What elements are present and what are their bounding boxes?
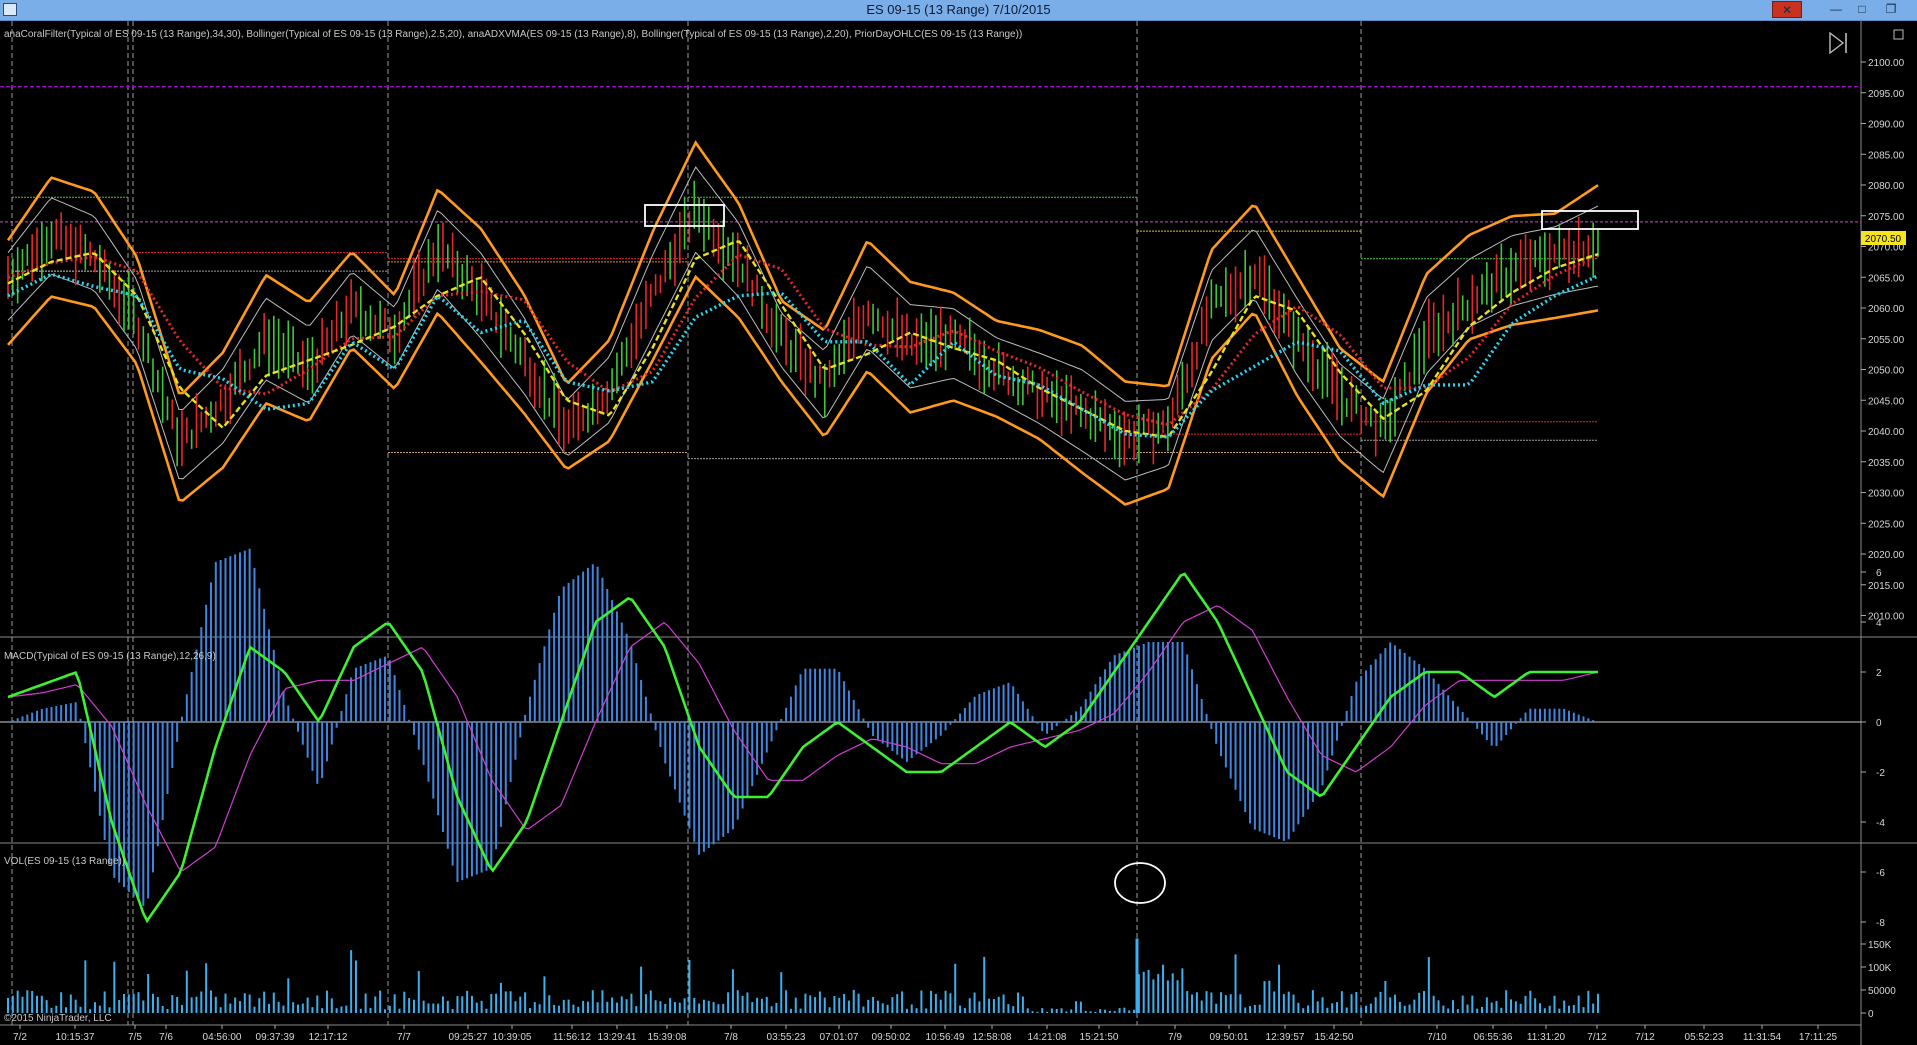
time-axis-label: 10:56:49 <box>926 1032 965 1043</box>
price-axis-label: 2055.00 <box>1868 335 1905 346</box>
time-axis-label: 03:55:23 <box>767 1032 806 1043</box>
price-axis-label: 2075.00 <box>1868 212 1905 223</box>
macd-axis-label: -4 <box>1876 818 1885 829</box>
price-axis-label: 2035.00 <box>1868 458 1905 469</box>
price-axis-label: 2065.00 <box>1868 273 1905 284</box>
time-axis-label: 12:17:12 <box>309 1032 348 1043</box>
time-axis-label: 07:01:07 <box>820 1032 859 1043</box>
time-axis-label: 13:29:41 <box>598 1032 637 1043</box>
time-axis-label: 05:52:23 <box>1685 1032 1724 1043</box>
price-axis-label: 2010.00 <box>1868 612 1905 623</box>
time-axis-label: 09:37:39 <box>256 1032 295 1043</box>
macd-axis-label: -8 <box>1876 918 1885 929</box>
macd-axis-label: 2 <box>1876 668 1882 679</box>
time-axis-label: 15:39:08 <box>648 1032 687 1043</box>
price-axis-label: 2100.00 <box>1868 58 1905 69</box>
price-axis-label: 2060.00 <box>1868 304 1905 315</box>
copyright-text: ©2015 NinjaTrader, LLC <box>4 1013 112 1024</box>
time-axis-label: 10:15:37 <box>56 1032 95 1043</box>
last-price-text: 2070.50 <box>1865 234 1902 245</box>
volume-axis-label: 150K <box>1868 940 1892 951</box>
time-axis-label: 7/12 <box>1635 1032 1655 1043</box>
macd-axis-label: 0 <box>1876 718 1882 729</box>
maximize-button[interactable]: □ <box>1849 1 1875 18</box>
time-axis-label: 09:50:02 <box>872 1032 911 1043</box>
volume-axis-label: 0 <box>1868 1009 1874 1020</box>
time-axis-label: 11:31:20 <box>1527 1032 1566 1043</box>
time-axis-label: 14:21:08 <box>1028 1032 1067 1043</box>
close-button[interactable]: ✕ <box>1772 1 1802 18</box>
time-axis-label: 04:56:00 <box>203 1032 242 1043</box>
time-axis-label: 7/2 <box>13 1032 27 1043</box>
price-axis-label: 2030.00 <box>1868 489 1905 500</box>
time-axis-label: 7/12 <box>1587 1032 1607 1043</box>
minimize-button[interactable]: — <box>1823 1 1849 18</box>
volume-axis-label: 50000 <box>1868 986 1896 997</box>
price-axis-label: 2040.00 <box>1868 427 1905 438</box>
price-axis-label: 2095.00 <box>1868 89 1905 100</box>
price-axis-label: 2020.00 <box>1868 550 1905 561</box>
price-axis-label: 2085.00 <box>1868 150 1905 161</box>
time-axis-label: 12:58:08 <box>973 1032 1012 1043</box>
time-axis-label: 06:55:36 <box>1474 1032 1513 1043</box>
price-axis-label: 2080.00 <box>1868 181 1905 192</box>
time-axis-label: 7/9 <box>1168 1032 1182 1043</box>
price-axis-label: 2045.00 <box>1868 396 1905 407</box>
time-axis-label: 7/6 <box>159 1032 173 1043</box>
price-axis-label: 2050.00 <box>1868 366 1905 377</box>
price-panel-label: anaCoralFilter(Typical of ES 09-15 (13 R… <box>4 29 1022 40</box>
time-axis-label: 7/8 <box>724 1032 738 1043</box>
time-axis-label: 7/7 <box>397 1032 411 1043</box>
price-axis-label: 2015.00 <box>1868 581 1905 592</box>
time-axis-label: 15:21:50 <box>1080 1032 1119 1043</box>
restore-button[interactable]: ❐ <box>1876 1 1906 18</box>
macd-axis-label: 6 <box>1876 568 1882 579</box>
volume-panel-label: VOL(ES 09-15 (13 Range)) <box>4 856 125 867</box>
price-axis-label: 2025.00 <box>1868 519 1905 530</box>
macd-axis-label: 4 <box>1876 618 1882 629</box>
volume-axis-label: 100K <box>1868 963 1892 974</box>
macd-axis-label: -6 <box>1876 868 1885 879</box>
price-axis-label: 2090.00 <box>1868 120 1905 131</box>
macd-axis-label: -2 <box>1876 768 1885 779</box>
time-axis-label: 17:11:25 <box>1799 1032 1838 1043</box>
price-chart[interactable]: 2100.00 2095.00 2090.00 2085.00 2080.00 2075.… <box>0 21 1917 1045</box>
window-title: ES 09-15 (13 Range) 7/10/2015 <box>866 2 1051 17</box>
time-axis-label: 11:31:54 <box>1743 1032 1782 1043</box>
macd-panel-label: MACD(Typical of ES 09-15 (13 Range),12,2… <box>4 651 216 662</box>
time-axis-label: 09:25:27 <box>449 1032 488 1043</box>
time-axis-label: 10:39:05 <box>493 1032 532 1043</box>
window-titlebar: ES 09-15 (13 Range) 7/10/2015 ✕ — □ ❐ <box>0 0 1917 21</box>
time-axis-label: 09:50:01 <box>1210 1032 1249 1043</box>
time-axis-label: 12:39:57 <box>1266 1032 1305 1043</box>
time-axis-label: 7/10 <box>1427 1032 1447 1043</box>
time-axis-label: 15:42:50 <box>1315 1032 1354 1043</box>
time-axis-label: 11:56:12 <box>553 1032 592 1043</box>
time-axis-label: 7/5 <box>128 1032 142 1043</box>
last-price-badge: 2070.50 <box>1861 231 1906 245</box>
